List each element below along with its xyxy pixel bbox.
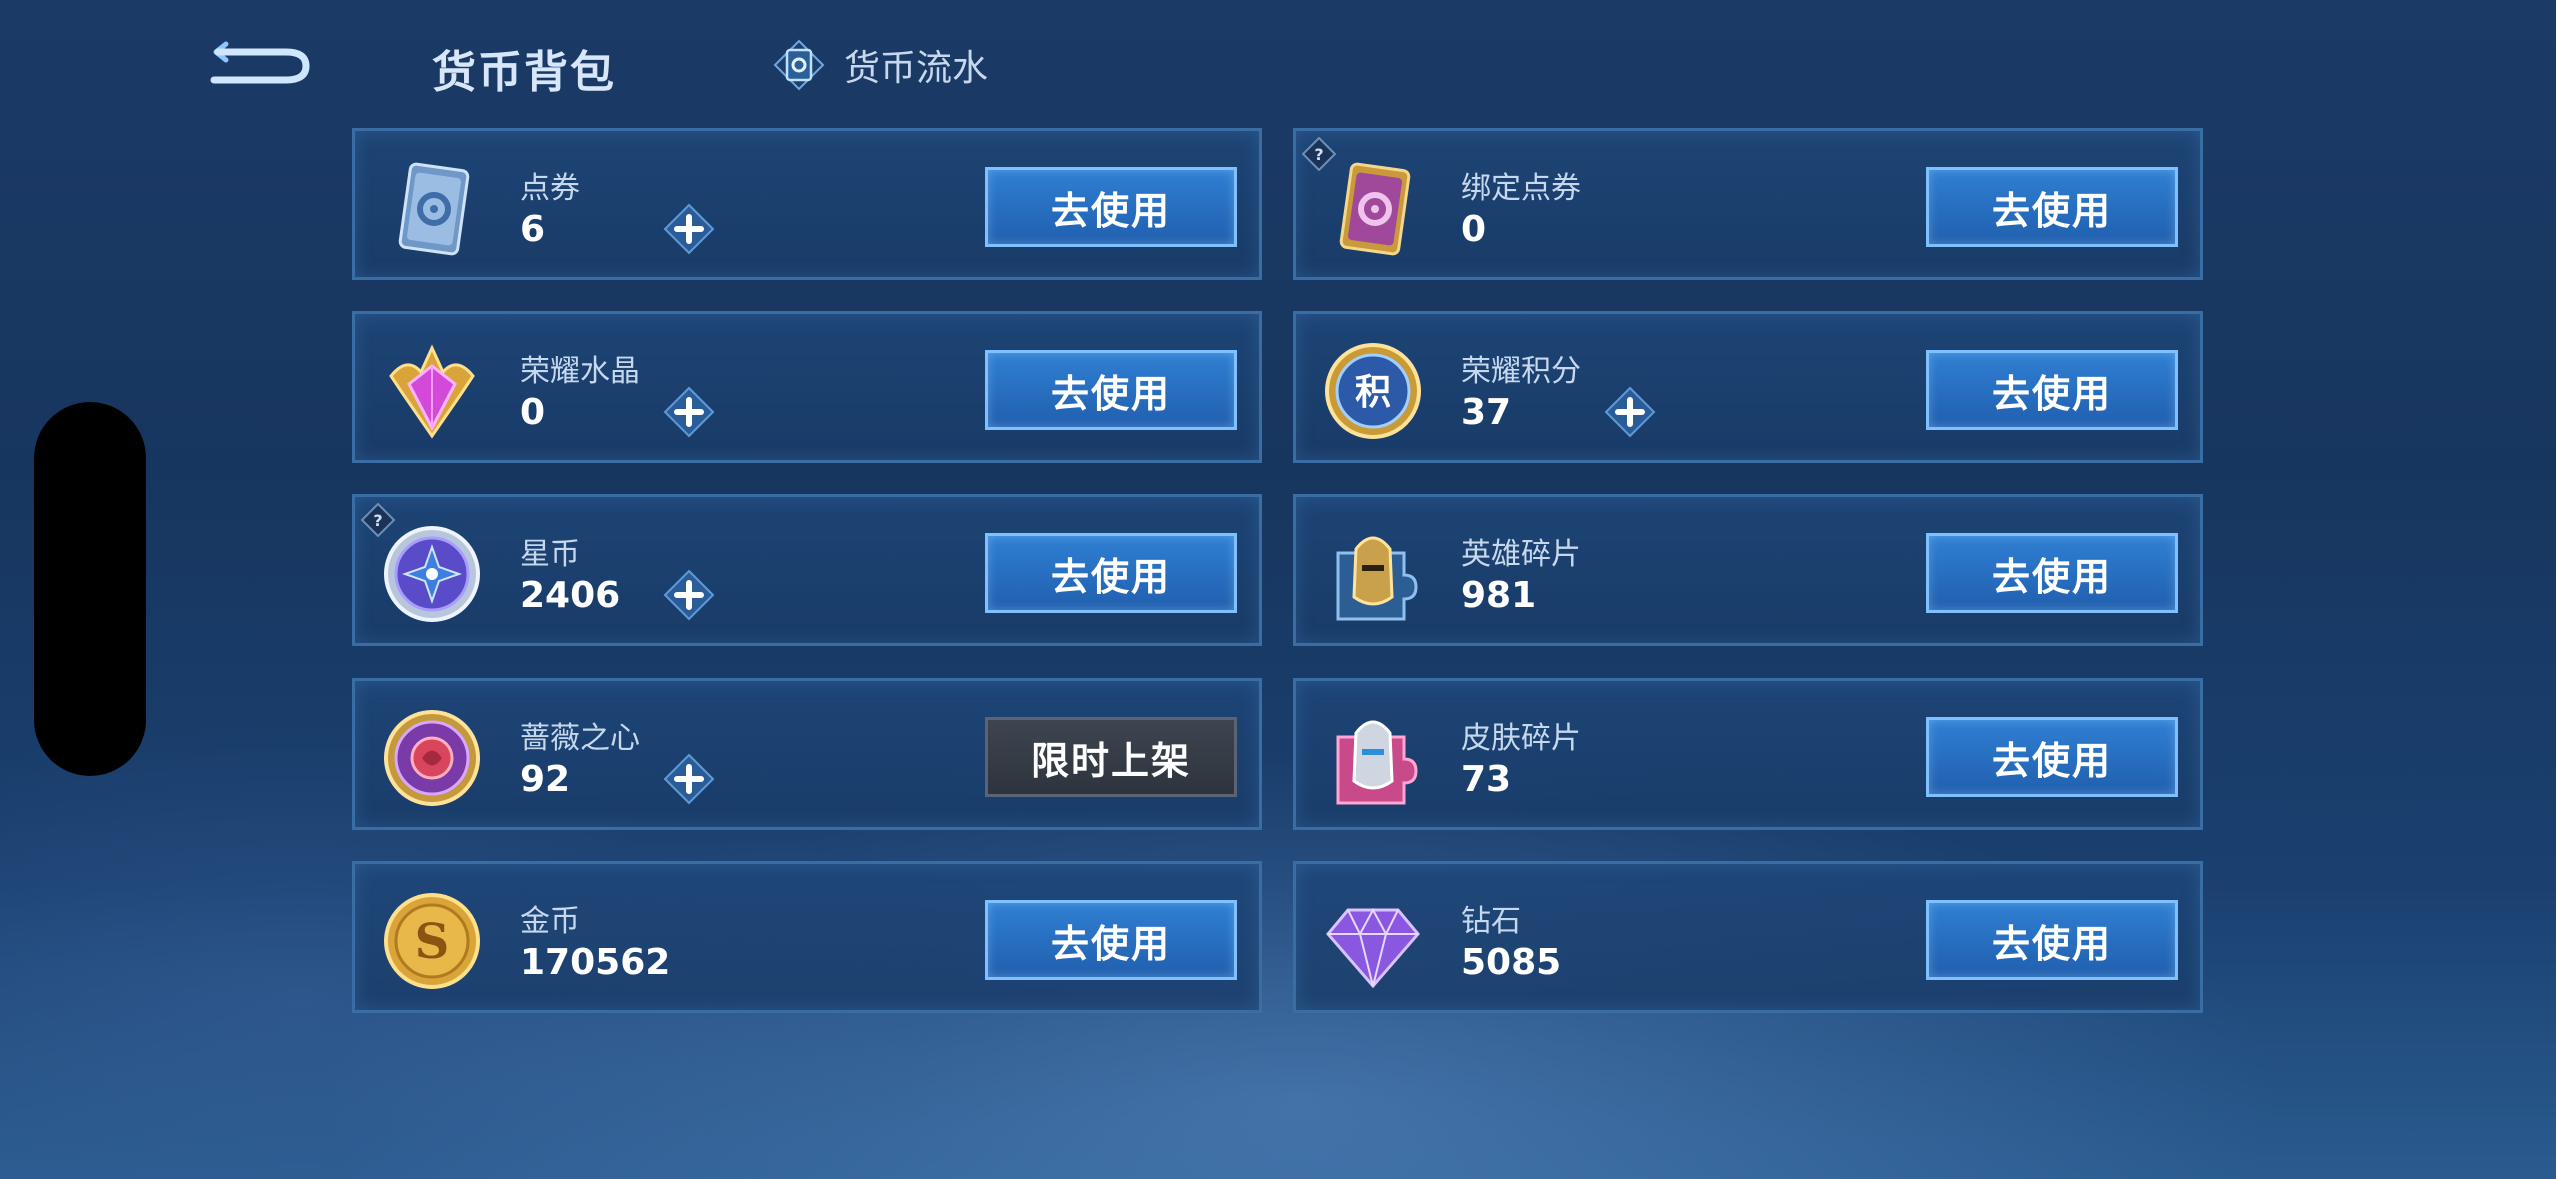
currency-amount: 2406	[520, 575, 621, 616]
use-glory-points-button[interactable]: 去使用	[1926, 350, 2178, 430]
use-diamond-button[interactable]: 去使用	[1926, 900, 2178, 980]
currency-flow-link[interactable]: 货币流水	[772, 38, 988, 92]
currency-card-skin-fragment: 皮肤碎片 73 去使用	[1293, 678, 2203, 830]
star-coin-icon	[384, 526, 480, 622]
glory-points-icon: 积	[1325, 343, 1421, 439]
add-glory-crystal-button[interactable]	[663, 386, 715, 438]
currency-label: 荣耀积分	[1461, 354, 1581, 389]
hero-fragment-icon	[1336, 536, 1418, 621]
bound-ticket-icon	[1339, 162, 1411, 256]
currency-label: 星币	[520, 537, 580, 572]
currency-card-rose-heart: 蔷薇之心 92 限时上架	[352, 678, 1262, 830]
currency-amount: 92	[520, 759, 571, 800]
glory-crystal-icon	[389, 344, 475, 439]
add-glory-points-button[interactable]	[1604, 386, 1656, 438]
add-rose-heart-button[interactable]	[663, 753, 715, 805]
currency-card-ticket: 点券 6 去使用	[352, 128, 1262, 280]
currency-label: 金币	[520, 904, 580, 939]
currency-card-hero-fragment: 英雄碎片 981 去使用	[1293, 494, 2203, 646]
currency-amount: 6	[520, 209, 546, 250]
currency-amount: 0	[1461, 209, 1487, 250]
add-star-coin-button[interactable]	[663, 569, 715, 621]
add-ticket-button[interactable]	[663, 203, 715, 255]
currency-label: 蔷薇之心	[520, 721, 640, 756]
back-button[interactable]	[208, 34, 318, 90]
side-panel-handle	[34, 402, 146, 776]
currency-label: 英雄碎片	[1461, 537, 1581, 572]
currency-amount: 37	[1461, 392, 1512, 433]
currency-flow-label: 货币流水	[844, 48, 989, 89]
currency-label: 点券	[520, 171, 580, 206]
use-gold-coin-button[interactable]: 去使用	[985, 900, 1237, 980]
currency-label: 钻石	[1461, 904, 1521, 939]
gold-coin-icon: S	[384, 893, 480, 989]
use-glory-crystal-button[interactable]: 去使用	[985, 350, 1237, 430]
currency-amount: 981	[1461, 575, 1537, 616]
svg-text:积: 积	[1355, 372, 1391, 413]
rose-heart-icon	[384, 710, 480, 806]
currency-label: 皮肤碎片	[1461, 721, 1581, 756]
currency-label: 绑定点券	[1461, 171, 1581, 206]
currency-card-glory-crystal: 荣耀水晶 0 去使用	[352, 311, 1262, 463]
svg-text:S: S	[415, 914, 450, 970]
use-star-coin-button[interactable]: 去使用	[985, 533, 1237, 613]
currency-card-bound-ticket: ? 绑定点券 0 去使用	[1293, 128, 2203, 280]
currency-amount: 5085	[1461, 942, 1562, 983]
page-title: 货币背包	[432, 47, 616, 98]
currency-card-gold-coin: S 金币 170562 去使用	[352, 861, 1262, 1013]
ticket-icon	[398, 162, 470, 256]
currency-amount: 170562	[520, 942, 671, 983]
skin-fragment-icon	[1336, 720, 1418, 805]
use-skin-fragment-button[interactable]: 去使用	[1926, 717, 2178, 797]
currency-amount: 73	[1461, 759, 1512, 800]
use-bound-ticket-button[interactable]: 去使用	[1926, 167, 2178, 247]
currency-card-star-coin: ? 星币 2406 去使用	[352, 494, 1262, 646]
currency-amount: 0	[520, 392, 546, 433]
currency-card-glory-points: 积 荣耀积分 37 去使用	[1293, 311, 2203, 463]
back-arrow-icon	[210, 41, 310, 84]
use-hero-fragment-button[interactable]: 去使用	[1926, 533, 2178, 613]
use-ticket-button[interactable]: 去使用	[985, 167, 1237, 247]
currency-label: 荣耀水晶	[520, 354, 640, 389]
limited-time-button[interactable]: 限时上架	[985, 717, 1237, 797]
diamond-icon	[1326, 907, 1420, 989]
currency-card-diamond: 钻石 5085 去使用	[1293, 861, 2203, 1013]
currency-flow-icon	[773, 39, 825, 91]
